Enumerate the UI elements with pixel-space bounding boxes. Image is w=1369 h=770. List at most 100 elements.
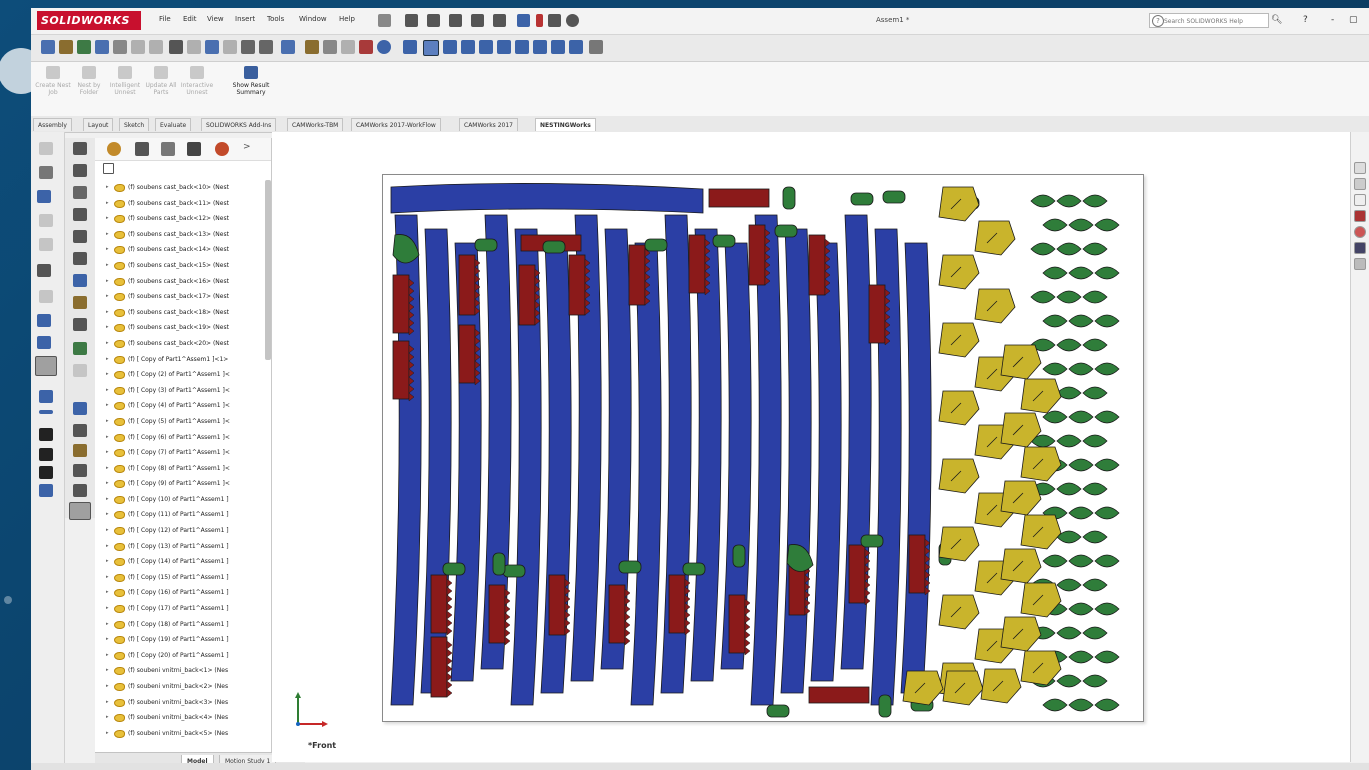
tree-item[interactable]: ▸ (f) soubeni vnitrni_back<3> (Nes [95, 695, 265, 711]
search-help-input[interactable]: Search SOLIDWORKS Help [1149, 13, 1269, 28]
tool-icon[interactable] [73, 186, 87, 199]
expand-arrow-icon[interactable]: ▸ [106, 695, 109, 711]
toolbar-icon[interactable] [281, 40, 295, 54]
expand-arrow-icon[interactable]: ▸ [106, 523, 109, 539]
expand-arrow-icon[interactable]: ▸ [106, 617, 109, 633]
tree-item[interactable]: ▸ (f) [ Copy (4) of Part1^Assem1 ]< [95, 398, 265, 414]
toolbar-icon[interactable] [241, 40, 255, 54]
toolbar-icon[interactable] [259, 40, 273, 54]
help-button[interactable]: ? [1303, 15, 1308, 25]
expand-arrow-icon[interactable]: ▸ [106, 663, 109, 679]
tool-icon[interactable] [73, 274, 87, 287]
expand-arrow-icon[interactable]: ▸ [106, 507, 109, 523]
expand-arrow-icon[interactable]: ▸ [106, 352, 109, 368]
tree-item[interactable]: ▸ (f) [ Copy (8) of Part1^Assem1 ]< [95, 461, 265, 477]
tree-item[interactable]: ▸ (f) [ Copy (6) of Part1^Assem1 ]< [95, 430, 265, 446]
expand-arrow-icon[interactable]: ▸ [106, 445, 109, 461]
file-properties-icon[interactable] [548, 14, 561, 27]
menu-insert[interactable]: Insert [235, 15, 255, 23]
tree-item[interactable]: ▸ (f) [ Copy (9) of Part1^Assem1 ]< [95, 476, 265, 492]
tree-item[interactable]: ▸ (f) [ Copy (15) of Part1^Assem1 ] [95, 570, 265, 586]
tool-icon[interactable] [39, 448, 53, 461]
tree-item[interactable]: ▸ (f) [ Copy (19) of Part1^Assem1 ] [95, 632, 265, 648]
toolbar-icon[interactable] [515, 40, 529, 54]
tool-icon[interactable] [73, 164, 87, 177]
tool-icon[interactable] [73, 464, 87, 477]
tool-icon[interactable] [39, 466, 53, 479]
toolbar-icon[interactable] [149, 40, 163, 54]
tab-camworks-workflow[interactable]: CAMWorks 2017-WorkFlow [351, 118, 441, 131]
filter-icon[interactable] [103, 163, 114, 174]
toolbar-icon[interactable] [59, 40, 73, 54]
toolbar-icon[interactable] [305, 40, 319, 54]
tree-item[interactable]: ▸ (f) soubeni vnitrni_back<4> (Nes [95, 710, 265, 726]
toolbar-icon[interactable] [479, 40, 493, 54]
tab-sketch[interactable]: Sketch [119, 118, 150, 131]
toolbar-icon[interactable] [359, 40, 373, 54]
tool-icon[interactable] [39, 214, 53, 227]
menu-tools[interactable]: Tools [267, 15, 284, 23]
feature-manager-icon[interactable] [107, 142, 121, 156]
tool-icon[interactable] [37, 336, 51, 349]
tree-item[interactable]: ▸ (f) soubeni vnitrni_back<2> (Nes [95, 679, 265, 695]
toolbar-icon[interactable] [41, 40, 55, 54]
intelligent-unnest-button[interactable]: Intelligent Unnest [105, 66, 145, 96]
tree-item[interactable]: ▸ (f) [ Copy (13) of Part1^Assem1 ] [95, 539, 265, 555]
view-palette-icon[interactable] [1354, 210, 1366, 222]
tool-icon[interactable] [37, 190, 51, 203]
tool-icon[interactable] [73, 342, 87, 355]
tree-item[interactable]: ▸ (f) soubens cast_back<14> (Nest [95, 242, 265, 258]
display-manager-icon[interactable] [215, 142, 229, 156]
tool-icon[interactable] [39, 142, 53, 155]
create-nest-job-button[interactable]: Create Nest Job [33, 66, 73, 96]
tool-icon[interactable] [39, 166, 53, 179]
tool-icon[interactable] [69, 502, 91, 520]
expand-arrow-icon[interactable]: ▸ [106, 570, 109, 586]
expand-arrow-icon[interactable]: ▸ [106, 227, 109, 243]
tree-item[interactable]: ▸ (f) soubeni vnitrni_back<1> (Nes [95, 663, 265, 679]
line-icon[interactable] [39, 410, 53, 414]
search-icon[interactable]: 🔍︎ [1271, 15, 1282, 25]
show-result-summary-button[interactable]: Show Result Summary [231, 66, 271, 96]
tree-item[interactable]: ▸ (f) [ Copy of Part1^Assem1 ]<1> [95, 352, 265, 368]
pin-icon[interactable] [378, 14, 391, 27]
tree-item[interactable]: ▸ (f) soubens cast_back<10> (Nest [95, 180, 265, 196]
dimxpert-icon[interactable] [187, 142, 201, 156]
expand-arrow-icon[interactable]: ▸ [106, 601, 109, 617]
tree-item[interactable]: ▸ (f) soubens cast_back<17> (Nest [95, 289, 265, 305]
tool-icon[interactable] [73, 230, 87, 243]
tool-icon[interactable] [73, 424, 87, 437]
tab-camworks-2017[interactable]: CAMWorks 2017 [459, 118, 518, 131]
expand-arrow-icon[interactable]: ▸ [106, 476, 109, 492]
expand-arrow-icon[interactable]: ▸ [106, 648, 109, 664]
nest-by-folder-button[interactable]: Nest by Folder [69, 66, 109, 96]
tree-item[interactable]: ▸ (f) [ Copy (11) of Part1^Assem1 ] [95, 507, 265, 523]
tool-icon[interactable] [73, 402, 87, 415]
expand-arrow-icon[interactable]: ▸ [106, 492, 109, 508]
tree-item[interactable]: ▸ (f) soubens cast_back<15> (Nest [95, 258, 265, 274]
appearances-icon[interactable] [1354, 226, 1366, 238]
tool-icon[interactable] [73, 364, 87, 377]
tree-item[interactable]: ▸ (f) [ Copy (2) of Part1^Assem1 ]< [95, 367, 265, 383]
tool-icon[interactable] [37, 264, 51, 277]
tool-icon[interactable] [73, 318, 87, 331]
rebuild-icon[interactable] [536, 14, 543, 27]
tree-item[interactable]: ▸ (f) [ Copy (16) of Part1^Assem1 ] [95, 585, 265, 601]
configuration-manager-icon[interactable] [161, 142, 175, 156]
toolbar-icon[interactable] [187, 40, 201, 54]
expand-arrow-icon[interactable]: ▸ [106, 258, 109, 274]
tool-icon[interactable] [39, 484, 53, 497]
expand-arrow-icon[interactable]: ▸ [106, 539, 109, 555]
file-explorer-icon[interactable] [1354, 194, 1366, 206]
toolbar-icon[interactable] [205, 40, 219, 54]
tool-icon[interactable] [39, 428, 53, 441]
custom-properties-icon[interactable] [1354, 242, 1366, 254]
toolbar-icon[interactable] [423, 40, 439, 56]
tree-item[interactable]: ▸ (f) [ Copy (14) of Part1^Assem1 ] [95, 554, 265, 570]
tree-item[interactable]: ▸ (f) [ Copy (7) of Part1^Assem1 ]< [95, 445, 265, 461]
select-icon[interactable] [517, 14, 530, 27]
open-icon[interactable] [427, 14, 440, 27]
toolbar-icon[interactable] [377, 40, 391, 54]
toolbar-icon[interactable] [77, 40, 91, 54]
restore-button[interactable]: ▢ [1349, 15, 1358, 25]
